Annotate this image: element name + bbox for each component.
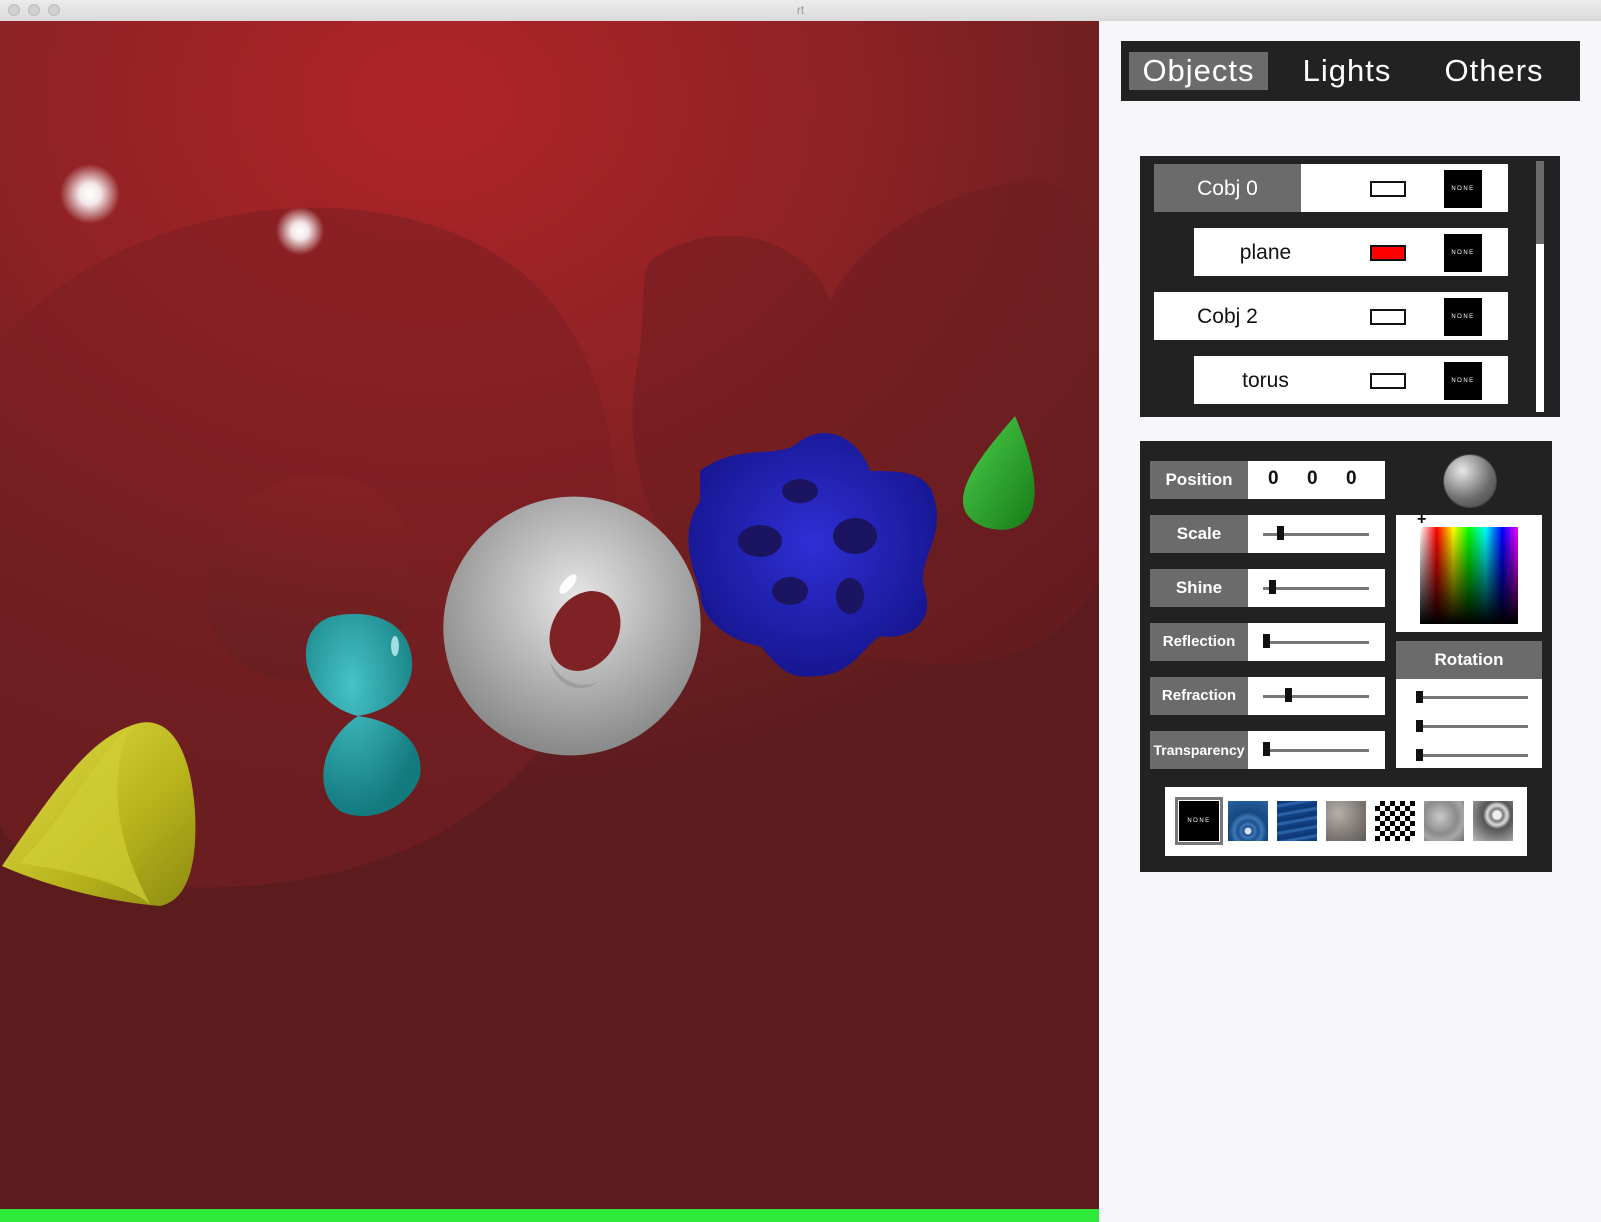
color-picker[interactable]: + [1396,511,1542,632]
slider-track[interactable] [1263,749,1369,752]
material-preview-sphere [1444,455,1496,507]
reflection-slider-thumb[interactable] [1263,634,1270,648]
rotation-y-track[interactable] [1416,725,1528,728]
scale-slider-thumb[interactable] [1276,526,1284,540]
object-list-scroll-thumb[interactable] [1536,161,1544,244]
object-texture-thumb[interactable]: NONE [1444,298,1482,336]
color-picker-crosshair-icon[interactable]: + [1417,511,1426,529]
rotation-x-thumb[interactable] [1416,691,1423,703]
light-glow-2 [276,207,324,255]
tab-lights[interactable]: Lights [1285,52,1409,90]
window-title-bar: rt [0,0,1601,22]
rotation-z-track[interactable] [1416,754,1528,757]
position-x-value[interactable]: 0 [1268,468,1279,490]
blob-hole-1 [738,525,782,557]
render-progress-fill [0,1209,1099,1222]
position-y-value[interactable]: 0 [1307,468,1318,490]
texture-checker[interactable] [1375,801,1415,841]
blob-hole-2 [833,518,877,554]
object-texture-thumb[interactable]: NONE [1444,234,1482,272]
transparency-label: Transparency [1150,731,1248,769]
texture-none[interactable]: NONE [1175,797,1223,845]
side-panel: Objects Lights Others Cobj 0 NONE plane … [1099,21,1601,1222]
object-color-swatch[interactable] [1370,181,1406,197]
object-list: Cobj 0 NONE plane NONE Cobj 2 NONE torus… [1140,156,1560,417]
object-row-cobj-2[interactable]: Cobj 2 NONE [1154,292,1508,340]
shine-slider[interactable] [1248,569,1385,607]
double-cone-highlight [391,636,399,656]
refraction-label: Refraction [1150,677,1248,715]
object-name: Cobj 0 [1154,164,1301,212]
tab-bar: Objects Lights Others [1121,41,1580,101]
transparency-slider[interactable] [1248,731,1385,769]
object-color-swatch[interactable] [1370,245,1406,261]
reflection-slider[interactable] [1248,623,1385,661]
position-fields[interactable]: 0 0 0 [1248,461,1385,499]
object-name: Cobj 2 [1197,305,1258,328]
refraction-slider-thumb[interactable] [1284,688,1292,702]
blob-hole-3 [782,479,818,503]
render-viewport[interactable] [0,21,1099,1209]
refraction-slider[interactable] [1248,677,1385,715]
shine-slider-thumb[interactable] [1268,580,1276,594]
object-name: torus [1242,369,1289,392]
rendered-scene [0,164,1099,906]
object-row-cobj-0[interactable]: Cobj 0 NONE [1154,164,1508,212]
slider-track[interactable] [1263,587,1369,590]
window-title: rt [796,3,805,17]
rotation-z-thumb[interactable] [1416,749,1423,761]
texture-selector: NONE [1165,787,1527,856]
scale-label: Scale [1150,515,1248,553]
texture-stone[interactable] [1326,801,1366,841]
render-progress-bar [0,1209,1099,1222]
object-name: plane [1239,241,1292,264]
transparency-slider-thumb[interactable] [1263,742,1270,756]
tab-others[interactable]: Others [1431,52,1557,90]
color-picker-gradient[interactable] [1420,527,1518,624]
rotation-label: Rotation [1396,641,1542,679]
tab-objects[interactable]: Objects [1129,52,1268,90]
position-label: Position [1150,461,1248,499]
rotation-panel: Rotation [1396,641,1542,768]
object-list-scrollbar[interactable] [1536,161,1544,412]
shine-label: Shine [1150,569,1248,607]
slider-track[interactable] [1263,641,1369,644]
texture-water[interactable] [1277,801,1317,841]
texture-marble[interactable] [1473,801,1513,841]
position-z-value[interactable]: 0 [1346,468,1357,490]
texture-ripple[interactable] [1228,801,1268,841]
blob-hole-5 [836,578,864,614]
rotation-y-thumb[interactable] [1416,720,1423,732]
slider-track[interactable] [1263,695,1369,698]
light-glow-1 [60,164,120,224]
object-color-swatch[interactable] [1370,373,1406,389]
scale-slider[interactable] [1248,515,1385,553]
blob-hole-4 [772,577,808,605]
texture-cloud[interactable] [1424,801,1464,841]
object-texture-thumb[interactable]: NONE [1444,362,1482,400]
object-row-plane[interactable]: plane NONE [1194,228,1508,276]
properties-panel: Position 0 0 0 Scale Shine Reflection Re… [1140,441,1552,872]
rotation-x-track[interactable] [1416,696,1528,699]
object-color-swatch[interactable] [1370,309,1406,325]
object-row-torus[interactable]: torus NONE [1194,356,1508,404]
reflection-label: Reflection [1150,623,1248,661]
object-texture-thumb[interactable]: NONE [1444,170,1482,208]
